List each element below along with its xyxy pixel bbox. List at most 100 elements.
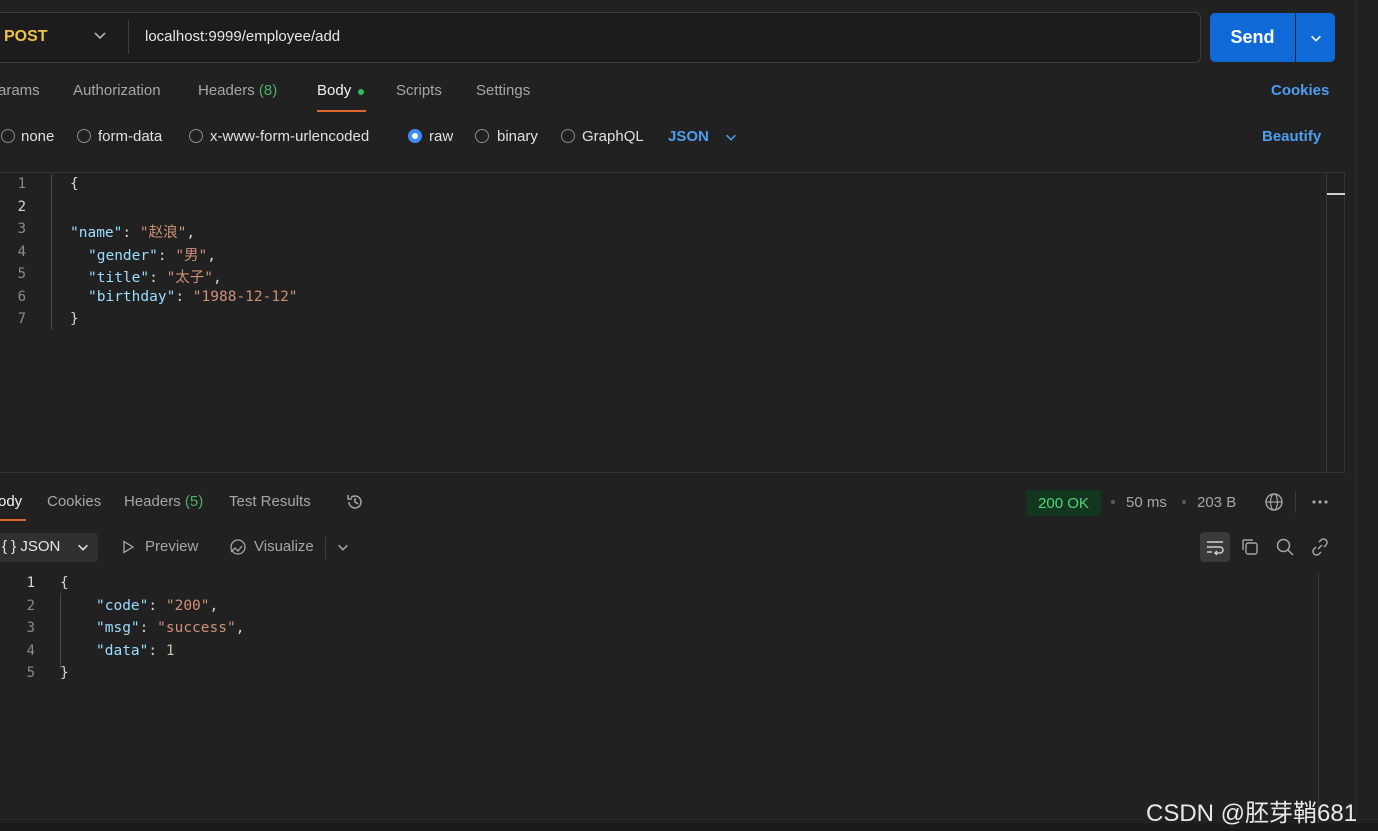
json-key: "gender" xyxy=(88,248,158,264)
preview-button[interactable]: Preview xyxy=(145,538,198,555)
tab-settings[interactable]: Settings xyxy=(476,82,530,99)
chevron-down-icon[interactable] xyxy=(336,540,350,554)
json-value: "太子" xyxy=(166,270,214,286)
editor-scrollbar[interactable] xyxy=(1326,174,1327,472)
separator-dot xyxy=(1111,500,1115,504)
radio-label-none[interactable]: none xyxy=(21,128,54,145)
radio-urlencoded[interactable] xyxy=(189,129,203,143)
history-icon[interactable] xyxy=(345,492,365,512)
json-value: "赵浪" xyxy=(139,225,187,241)
link-icon[interactable] xyxy=(1310,537,1330,557)
wrap-lines-button[interactable] xyxy=(1200,532,1230,562)
json-value: 1 xyxy=(165,643,175,659)
code-line[interactable]: { xyxy=(70,176,79,192)
tab-authorization[interactable]: Authorization xyxy=(73,82,161,99)
radio-binary[interactable] xyxy=(475,129,489,143)
tab-count: (5) xyxy=(184,493,204,510)
active-tab-indicator xyxy=(0,519,26,521)
divider xyxy=(325,537,326,559)
line-number: 5 xyxy=(17,266,26,282)
code-line: { xyxy=(60,575,69,591)
tab-headers[interactable]: Headers (8) xyxy=(198,82,277,99)
radio-label-urlencoded[interactable]: x-www-form-urlencoded xyxy=(210,128,369,145)
url-input[interactable]: localhost:9999/employee/add xyxy=(145,28,340,45)
json-key: "code" xyxy=(96,598,149,614)
send-options-button[interactable] xyxy=(1296,13,1335,62)
tab-response-cookies[interactable]: Cookies xyxy=(47,493,101,510)
response-time: 50 ms xyxy=(1126,494,1167,511)
separator-dot xyxy=(1182,500,1186,504)
radio-none[interactable] xyxy=(1,129,15,143)
chevron-down-icon[interactable] xyxy=(724,130,738,144)
play-icon[interactable] xyxy=(120,539,136,555)
json-key: "title" xyxy=(88,270,150,286)
page-scrollbar[interactable] xyxy=(1355,0,1356,831)
radio-label-form-data[interactable]: form-data xyxy=(98,128,162,145)
chevron-down-icon[interactable] xyxy=(92,27,108,43)
radio-label-raw[interactable]: raw xyxy=(429,128,453,145)
chevron-down-icon xyxy=(1310,35,1321,42)
code-line[interactable]: "name": "赵浪", xyxy=(70,221,195,242)
line-number: 2 xyxy=(17,199,26,215)
method-select[interactable]: POST xyxy=(4,28,48,46)
braces-icon: { } xyxy=(2,538,17,555)
line-number: 1 xyxy=(26,575,35,591)
beautify-button[interactable]: Beautify xyxy=(1262,128,1321,145)
search-icon[interactable] xyxy=(1275,537,1295,557)
copy-icon[interactable] xyxy=(1240,537,1260,557)
cookies-link[interactable]: Cookies xyxy=(1271,82,1329,99)
tab-params[interactable]: arams xyxy=(0,82,40,99)
code-line: "data": 1 xyxy=(96,643,175,659)
line-number: 3 xyxy=(26,620,35,636)
line-number: 4 xyxy=(26,643,35,659)
line-number: 6 xyxy=(17,289,26,305)
radio-label-binary[interactable]: binary xyxy=(497,128,538,145)
code-line[interactable]: "gender": "男", xyxy=(88,244,216,265)
visualize-button[interactable]: Visualize xyxy=(254,538,314,555)
radio-label-graphql[interactable]: GraphQL xyxy=(582,128,644,145)
radio-graphql[interactable] xyxy=(561,129,575,143)
json-key: "birthday" xyxy=(88,289,176,305)
code-line: "code": "200", xyxy=(96,598,219,614)
json-key: "msg" xyxy=(96,620,140,636)
response-scrollbar[interactable] xyxy=(1318,573,1319,823)
line-number: 1 xyxy=(17,176,26,192)
line-number: 3 xyxy=(17,221,26,237)
line-number: 5 xyxy=(26,665,35,681)
url-divider xyxy=(128,20,129,54)
response-format-label: { } JSON xyxy=(2,538,60,555)
send-button[interactable]: Send xyxy=(1210,13,1295,62)
tab-test-results[interactable]: Test Results xyxy=(229,493,311,510)
more-icon[interactable] xyxy=(1310,496,1330,508)
code-line[interactable]: "birthday": "1988-12-12" xyxy=(88,289,298,305)
radio-raw[interactable] xyxy=(408,129,422,143)
chevron-down-icon xyxy=(78,544,88,551)
code-line[interactable]: "title": "太子", xyxy=(88,266,222,287)
tab-body[interactable]: Body xyxy=(317,82,351,99)
json-value: "200" xyxy=(165,598,210,614)
line-number: 7 xyxy=(17,311,26,327)
format-select[interactable]: JSON xyxy=(668,128,709,145)
json-value: "1988-12-12" xyxy=(192,289,298,305)
code-line: } xyxy=(60,665,69,681)
format-label: JSON xyxy=(20,538,61,555)
code-line: "msg": "success", xyxy=(96,620,245,636)
tab-response-headers[interactable]: Headers (5) xyxy=(124,493,203,510)
globe-icon[interactable] xyxy=(1264,492,1284,512)
json-key: "data" xyxy=(96,643,149,659)
active-tab-indicator xyxy=(317,110,366,112)
tab-scripts[interactable]: Scripts xyxy=(396,82,442,99)
divider xyxy=(1295,491,1296,513)
tab-label: Headers xyxy=(198,82,255,99)
visualize-icon[interactable] xyxy=(228,538,248,556)
response-size: 203 B xyxy=(1197,494,1237,511)
indent-guide xyxy=(51,174,52,330)
line-number: 2 xyxy=(26,598,35,614)
radio-form-data[interactable] xyxy=(77,129,91,143)
tab-response-body[interactable]: ody xyxy=(0,493,22,510)
editor-border xyxy=(0,172,1345,173)
line-number: 4 xyxy=(17,244,26,260)
scroll-position-marker xyxy=(1327,193,1345,195)
code-line[interactable]: } xyxy=(70,311,79,327)
editor-border xyxy=(0,472,1345,473)
